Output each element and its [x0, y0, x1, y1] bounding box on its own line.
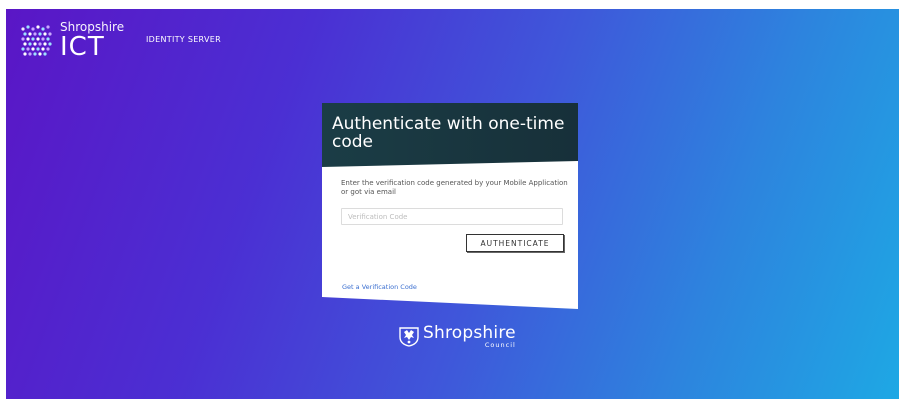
authenticate-button[interactable]: AUTHENTICATE: [466, 234, 564, 252]
shropshire-council-crest-icon: [399, 327, 419, 347]
card-description: Enter the verification code generated by…: [341, 179, 568, 196]
council-text: Shropshire Council: [423, 323, 516, 349]
brand-big-text: ICT: [60, 32, 105, 62]
council-logo: Shropshire Council: [398, 323, 516, 349]
brand-subtitle: IDENTITY SERVER: [146, 35, 221, 44]
verification-code-input[interactable]: [341, 208, 563, 225]
get-verification-code-link[interactable]: Get a Verification Code: [342, 283, 417, 291]
council-name: Shropshire: [423, 323, 516, 343]
council-sub: Council: [484, 341, 516, 349]
login-page: Shropshire ICT IDENTITY SERVER Authentic…: [6, 9, 899, 399]
shropshire-ict-logo-icon: [21, 25, 52, 56]
brand-logo: Shropshire ICT: [20, 21, 124, 60]
card-title: Authenticate with one-time code: [332, 114, 565, 152]
brand-small-text: Shropshire: [60, 20, 125, 34]
brand-text: Shropshire ICT: [60, 20, 125, 62]
auth-card: Authenticate with one-time code Enter th…: [322, 103, 578, 309]
